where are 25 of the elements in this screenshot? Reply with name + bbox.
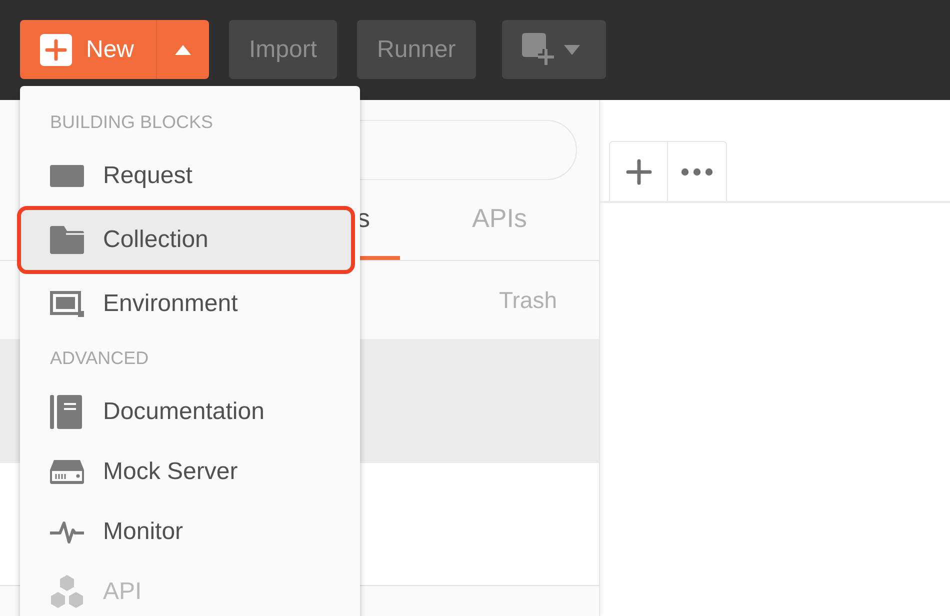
new-tab-button[interactable]: [609, 141, 668, 201]
hexagons-icon: [50, 575, 84, 609]
plus-icon: [626, 158, 652, 184]
menu-item[interactable]: Request: [20, 146, 360, 206]
plus-icon: [40, 34, 72, 66]
window-plus-icon: [522, 32, 556, 66]
pulse-icon: [50, 520, 84, 544]
new-window-button[interactable]: [502, 20, 606, 79]
menu-heading: BUILDING BLOCKS: [49, 110, 214, 134]
caret-icon: [564, 44, 580, 54]
caret-button[interactable]: [156, 20, 210, 79]
caret-icon: [175, 44, 192, 54]
menu-item[interactable]: Environment: [20, 274, 360, 334]
folder-icon: [50, 226, 84, 254]
book-icon: [50, 395, 82, 429]
menu-heading: ADVANCED: [49, 346, 150, 370]
menu-item[interactable]: Documentation: [20, 382, 360, 442]
menu-item[interactable]: Collection: [17, 206, 355, 274]
menu-item[interactable]: Monitor: [20, 502, 360, 562]
menu-item[interactable]: Mock Server: [20, 442, 360, 502]
server-icon: [50, 460, 84, 484]
request-icon: [50, 165, 84, 187]
more-button[interactable]: [668, 141, 727, 201]
more-icon: [681, 168, 713, 176]
monitor-screen-icon: [50, 291, 84, 317]
